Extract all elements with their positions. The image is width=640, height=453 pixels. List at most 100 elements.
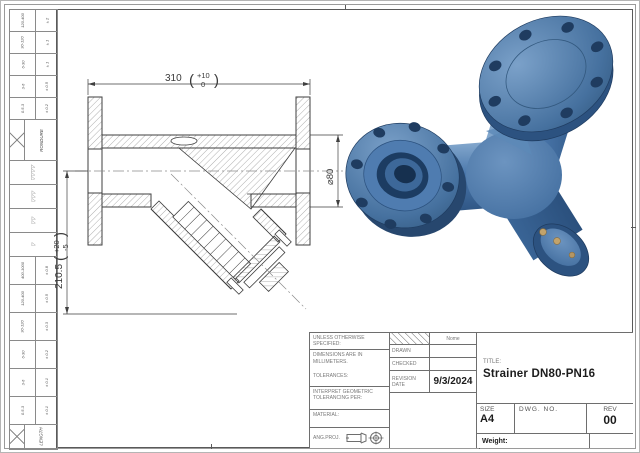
svg-text:210.5: 210.5 xyxy=(54,264,65,289)
size-value: A4 xyxy=(480,413,511,425)
tolerance-value: ± 1 xyxy=(44,62,49,68)
cap-bolt xyxy=(554,238,561,245)
tolerance-row: 6-30 ± 1 xyxy=(10,54,57,76)
tolerance-range: 3-6 xyxy=(20,84,25,90)
interpret-note: INTERPRET GEOMETRIC TOLERANCING PER: xyxy=(310,387,389,410)
body-upper-wall xyxy=(102,135,296,148)
drawing-title: Strainer DN80-PN16 xyxy=(483,368,627,380)
tolerance-value: ± 1 xyxy=(44,40,49,46)
strip-label-box: LENGTH xyxy=(10,425,57,449)
tolerance-value: ± 0.1 xyxy=(44,378,49,387)
surface-finish-row: ▽▽ xyxy=(10,209,57,233)
tolerance-range: 120-400 xyxy=(20,291,25,306)
tolerance-row: 30-120 ± 1 xyxy=(10,32,57,54)
finish-symbols: ▽▽▽ xyxy=(30,191,36,203)
iso-view-svg xyxy=(336,3,636,328)
finish-symbols: ▽▽ xyxy=(30,217,36,225)
checked-row: CHECKED xyxy=(390,358,476,371)
tolerance-row: 400-1000 ± 0.8 xyxy=(10,257,57,285)
dwg-no-cell: DWG. NO. xyxy=(515,404,587,433)
tolerance-row: 0.5-3 ± 0.1 xyxy=(10,397,57,425)
third-angle-projection-icon xyxy=(344,431,386,445)
rev-cell: REV 00 xyxy=(587,404,633,433)
svg-text:⌀80: ⌀80 xyxy=(325,169,336,185)
weight-divider xyxy=(589,434,590,448)
checked-value xyxy=(430,358,476,370)
title-block-main-column: TITLE: Strainer DN80-PN16 SIZE A4 DWG. N… xyxy=(477,333,633,448)
body-lower-wall-left xyxy=(102,194,151,207)
tolerance-value: ± 0.5 xyxy=(44,294,49,303)
surface-finish-row: ▽▽▽▽ xyxy=(10,161,57,185)
angle-projection-row: ANG.PROJ. xyxy=(310,428,389,448)
top-flange xyxy=(455,3,636,163)
svg-text:-5: -5 xyxy=(61,244,70,251)
signature-header-row: Nome xyxy=(390,333,476,345)
tolerance-range: 6-30 xyxy=(20,60,25,68)
tolerance-range: 0.5-3 xyxy=(20,406,25,415)
svg-text:310: 310 xyxy=(165,73,182,84)
strip-lower-label: LENGTH xyxy=(38,427,43,445)
surface-finish-row: ▽▽▽ xyxy=(10,185,57,209)
rev-value: 00 xyxy=(591,413,629,427)
svg-text:(: ( xyxy=(189,72,194,89)
tolerance-range: 6-30 xyxy=(20,350,25,358)
body-lower-wall-right xyxy=(251,194,296,207)
drawing-sheet: 120-400 ± 2 30-120 ± 1 6-30 ± 1 3-6 ± 0.… xyxy=(0,0,640,453)
tolerance-value: ± 0.2 xyxy=(44,350,49,359)
inlet-flange xyxy=(336,109,480,249)
tolerance-row: 3-6 ± 0.1 xyxy=(10,369,57,397)
tolerance-value: ± 0.2 xyxy=(44,104,49,113)
tolerance-value: ± 0.8 xyxy=(44,266,49,275)
weight-label: Weight: xyxy=(482,438,508,445)
ang-proj-label: ANG.PROJ. xyxy=(313,435,340,441)
tolerance-value: ± 0.3 xyxy=(44,322,49,331)
svg-text:): ) xyxy=(214,72,219,89)
finish-symbols: ▽▽▽▽ xyxy=(30,165,36,180)
tolerance-range: 30-120 xyxy=(20,320,25,332)
tolerance-row: 120-400 ± 2 xyxy=(10,10,57,32)
title-label: TITLE: xyxy=(483,359,627,365)
hatch-cell xyxy=(390,333,430,344)
tolerance-row: 0.5-3 ± 0.2 xyxy=(10,98,57,120)
tolerance-value: ± 0.1 xyxy=(44,406,49,415)
dimensions-note: DIMENSIONS ARE IN MILLIMETERS. TOLERANCE… xyxy=(310,350,389,387)
size-cell: SIZE A4 xyxy=(477,404,515,433)
section-view-svg: 310 ( +10 0 ) ⌀80 210.5 ( +20 -5 ) xyxy=(51,51,361,336)
title-block-signature-column: Nome DRAWN CHECKED REVISION DATE 9/3/202… xyxy=(390,333,477,448)
revision-date-label: REVISION DATE xyxy=(390,371,430,392)
cap-bolt xyxy=(569,252,575,258)
size-row: SIZE A4 DWG. NO. REV 00 xyxy=(477,404,633,434)
signature-empty-cell xyxy=(390,393,476,448)
checked-label: CHECKED xyxy=(390,358,430,370)
frame-tick xyxy=(211,444,212,449)
drawn-row: DRAWN xyxy=(390,345,476,358)
rev-label: REV xyxy=(591,406,629,413)
title-block-notes-column: UNLESS OTHERWISE SPECIFIED: DIMENSIONS A… xyxy=(310,333,390,448)
tolerance-range: 0.5-3 xyxy=(20,104,25,113)
tolerance-range: 3-6 xyxy=(20,380,25,386)
material-label: MATERIAL: xyxy=(310,410,389,428)
strip-upper-label: RONDURE xyxy=(38,129,43,152)
title-cell: TITLE: Strainer DN80-PN16 xyxy=(477,333,633,404)
unless-note: UNLESS OTHERWISE SPECIFIED: xyxy=(310,333,389,350)
dim-dia80-text: ⌀80 xyxy=(325,169,336,185)
svg-text:): ) xyxy=(52,232,69,237)
finish-symbols: ▽ xyxy=(30,243,36,247)
dim-310-text: 310 ( +10 0 ) xyxy=(165,71,219,89)
svg-text:+20: +20 xyxy=(52,240,61,253)
tolerance-value: ± 2 xyxy=(44,18,49,24)
dims-in-mm-label: DIMENSIONS ARE IN MILLIMETERS. xyxy=(313,352,386,367)
slot-hole xyxy=(171,137,197,145)
tolerances-label: TOLERANCES: xyxy=(313,373,386,380)
strip-label-box: RONDURE xyxy=(10,120,57,161)
svg-text:0: 0 xyxy=(201,80,205,89)
x-mark-icon xyxy=(10,120,25,160)
name-header: Nome xyxy=(430,333,476,344)
dimension-310 xyxy=(88,79,310,95)
surface-finish-row: ▽ xyxy=(10,233,57,257)
cap-bolt xyxy=(540,229,547,236)
tolerance-range: 30-120 xyxy=(20,36,25,48)
tolerance-row: 30-120 ± 0.3 xyxy=(10,313,57,341)
x-mark-icon xyxy=(10,425,25,448)
svg-text:+10: +10 xyxy=(197,71,210,80)
